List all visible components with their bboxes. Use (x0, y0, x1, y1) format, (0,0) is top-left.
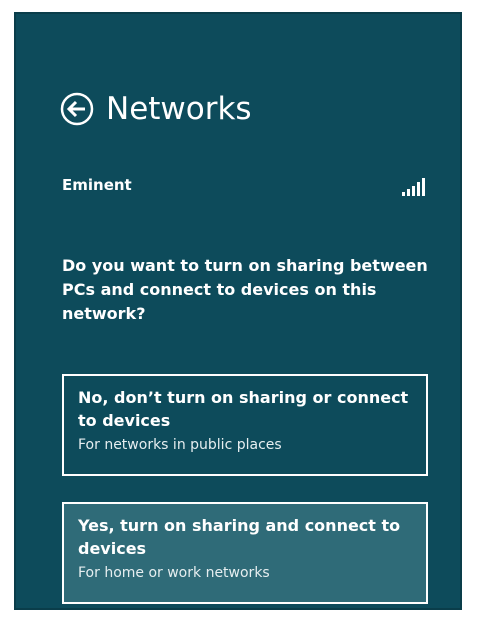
option-title: Yes, turn on sharing and connect to devi… (78, 516, 401, 558)
signal-strength-icon (402, 178, 425, 196)
yes-sharing-option-button[interactable]: Yes, turn on sharing and connect to devi… (62, 502, 428, 604)
networks-panel: Networks Eminent Do you want to turn on … (14, 12, 462, 610)
back-arrow-icon[interactable] (60, 92, 94, 126)
panel-header: Networks (60, 90, 252, 128)
network-row[interactable]: Eminent (62, 176, 428, 198)
screenshot-frame: Networks Eminent Do you want to turn on … (0, 0, 478, 618)
network-name: Eminent (62, 176, 132, 194)
no-sharing-option-button[interactable]: No, don’t turn on sharing or connect to … (62, 374, 428, 476)
option-subtitle: For home or work networks (78, 565, 270, 581)
option-subtitle: For networks in public places (78, 437, 282, 453)
option-title: No, don’t turn on sharing or connect to … (78, 388, 409, 430)
sharing-question: Do you want to turn on sharing between P… (62, 256, 428, 323)
page-title: Networks (106, 91, 252, 127)
